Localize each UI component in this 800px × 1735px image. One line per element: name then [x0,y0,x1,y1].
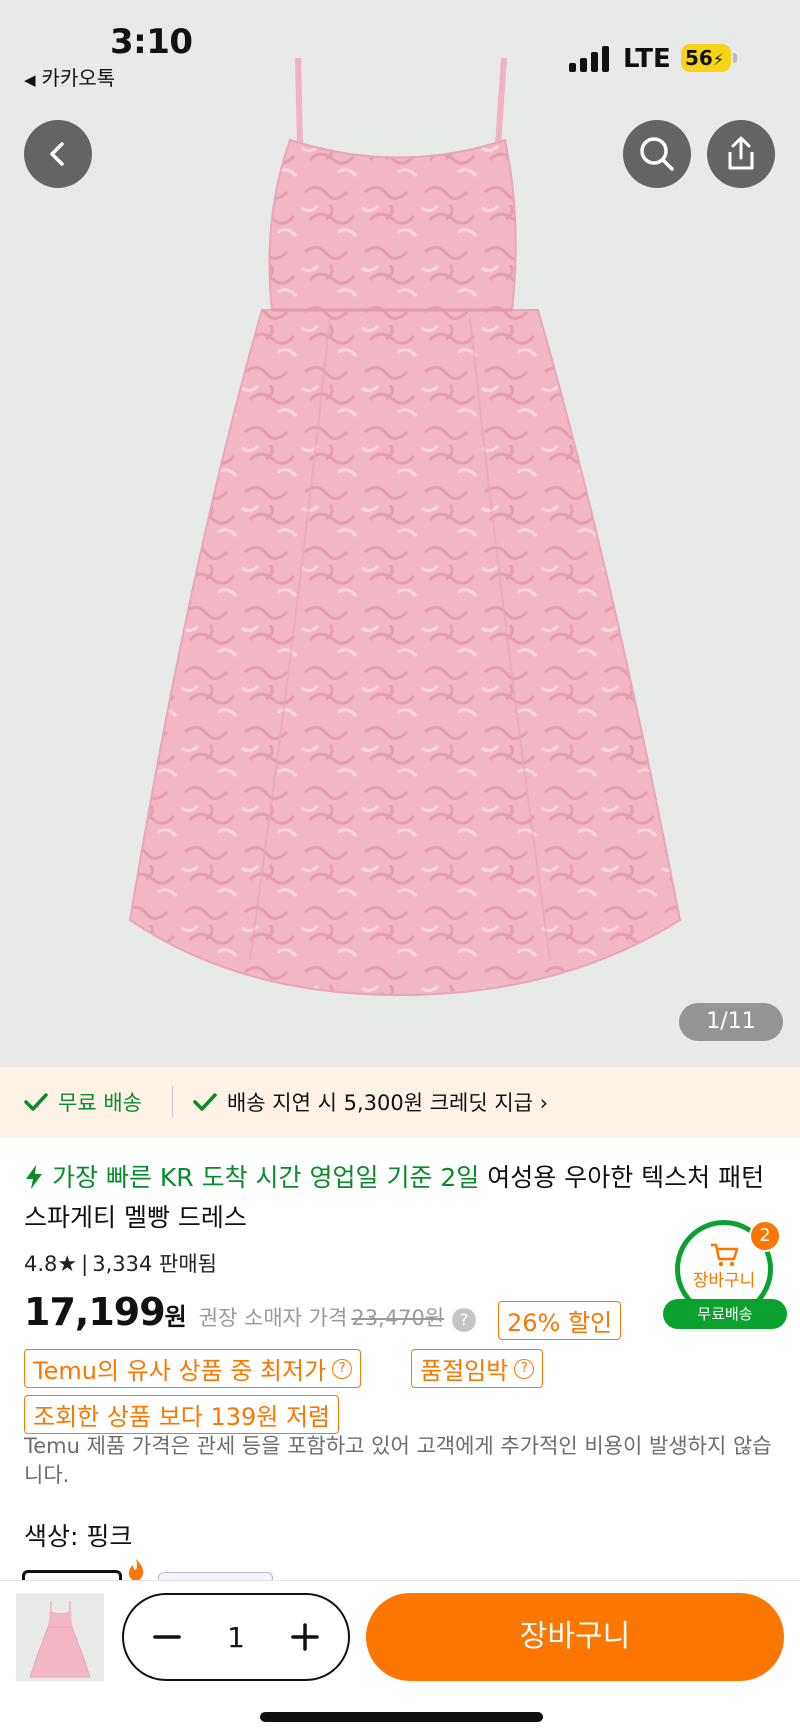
flame-icon [129,1559,144,1581]
fast-delivery-text: 가장 빠른 KR 도착 시간 영업일 기준 2일 [52,1163,480,1192]
check-icon [24,1093,48,1111]
battery-icon: 56⚡ [681,44,737,72]
cart-count-badge: 2 [749,1220,781,1252]
minus-icon[interactable] [152,1622,182,1652]
check-icon [193,1093,217,1111]
star-icon: ★ [57,1252,78,1277]
delay-credit-label: 배송 지연 시 5,300원 크레딧 지급 › [226,1091,549,1115]
plus-icon[interactable] [290,1622,320,1652]
discount-tag: 26% 할인 [498,1301,622,1340]
floating-cart-label: 장바구니 [692,1271,756,1291]
status-back-to-app[interactable]: ◀ 카카오톡 [24,62,115,91]
cart-icon [711,1243,739,1267]
price-unit: 원 [164,1303,187,1331]
share-button[interactable] [707,120,775,188]
status-time: 3:10 [110,22,193,62]
back-app-label: 카카오톡 [41,66,116,90]
quantity-value[interactable]: 1 [227,1621,245,1654]
search-icon [640,137,674,171]
signal-icon [569,46,611,72]
msrp-value: 23,470원 [351,1306,445,1330]
price-value: 17,199 [24,1290,166,1334]
msrp-label: 권장 소매자 가격 [198,1306,348,1330]
free-shipping-label: 무료 배송 [58,1091,142,1115]
sold-count: 3,334 판매됨 [92,1252,217,1276]
lowest-price-tag[interactable]: Temu의 유사 상품 중 최저가? [24,1349,362,1388]
rating-row[interactable]: 4.8★ | 3,334 판매됨 [24,1248,217,1278]
search-button[interactable] [623,120,691,188]
cheaper-tag: 조회한 상품 보다 139원 저렴 [24,1395,340,1434]
back-button[interactable] [24,120,92,188]
dress-thumbnail-image [29,1601,91,1678]
color-label: 색상: 핑크 [24,1522,133,1551]
battery-level: 56 [685,46,713,70]
network-type: LTE [623,44,671,74]
rating-separator: | [81,1252,89,1276]
quantity-stepper: 1 [122,1593,350,1681]
add-to-cart-button[interactable]: 장바구니 [366,1593,784,1681]
banner-divider [171,1086,173,1118]
home-indicator[interactable] [260,1712,543,1722]
floating-free-shipping: 무료배송 [663,1299,787,1329]
chevron-left-icon [50,142,64,166]
shipping-banner[interactable]: 무료 배송 배송 지연 시 5,300원 크레딧 지급 › [0,1067,800,1137]
color-option-2[interactable] [158,1572,273,1580]
discount-tag-text: 26% 할인 [507,1309,613,1337]
lightning-icon [26,1165,42,1189]
lowest-price-text: Temu의 유사 상품 중 최저가 [33,1357,327,1385]
selected-product-thumbnail[interactable] [16,1593,104,1681]
floating-cart-button[interactable]: 장바구니 2 무료배송 [660,1220,788,1330]
delay-credit-info[interactable]: 배송 지연 시 5,300원 크레딧 지급 › [193,1087,548,1117]
almost-soldout-text: 품절임박 [420,1357,509,1385]
question-icon: ? [332,1358,353,1379]
price-notice: Temu 제품 가격은 관세 등을 포함하고 있어 고객에게 추가적인 비용이 … [24,1434,772,1487]
help-icon[interactable]: ? [452,1308,477,1332]
share-icon [728,136,754,170]
product-image-gallery[interactable]: 3:10 ◀ 카카오톡 LTE 56⚡ 1/11 [0,0,800,1067]
almost-soldout-tag[interactable]: 품절임박? [411,1349,544,1388]
color-option-pink[interactable] [22,1570,122,1580]
cheaper-tag-text: 조회한 상품 보다 139원 저렴 [33,1403,331,1431]
back-triangle-icon: ◀ [24,71,36,89]
question-icon: ? [514,1358,535,1379]
rating-value: 4.8 [24,1252,58,1276]
free-shipping-info: 무료 배송 [24,1087,142,1117]
bottom-action-bar: 1 장바구니 [0,1580,800,1735]
image-counter: 1/11 [679,1003,783,1041]
price-row: 17,199 원 권장 소매자 가격 23,470원 ? [24,1290,477,1334]
